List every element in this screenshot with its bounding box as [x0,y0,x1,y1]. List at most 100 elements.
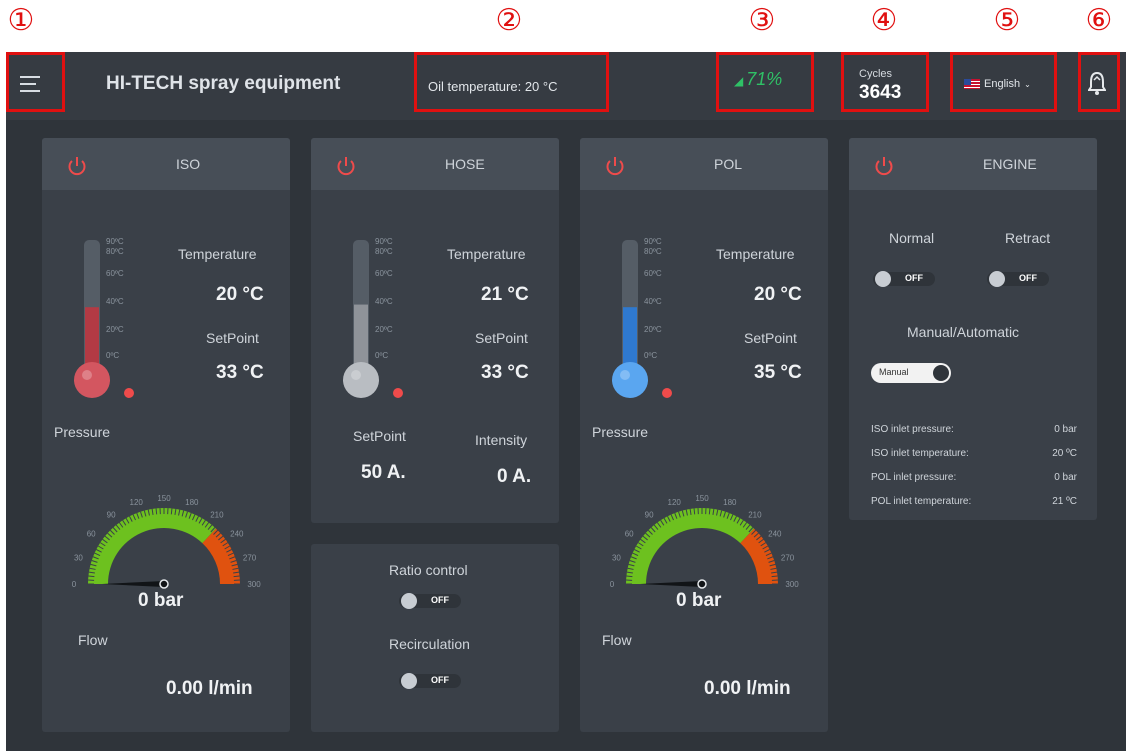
thermo-scale-label: 90ºC [644,237,662,246]
gauge-value: 0 bar [676,590,722,611]
power-icon[interactable] [335,155,357,177]
toggle-state: OFF [905,273,923,283]
hose-title: HOSE [445,156,485,172]
thermometer-bulb [612,362,648,398]
info-row: POL inlet temperature: 21 ºC [871,496,1077,507]
gauge-scale-label: 300 [247,580,261,589]
retract-toggle[interactable]: OFF [987,270,1049,288]
callout-box-3 [716,52,814,112]
thermometer-highlight [620,370,630,380]
ratio-control-label: Ratio control [389,562,468,578]
ratio-control-toggle[interactable]: OFF [399,592,461,610]
gauge-scale-label: 240 [768,529,782,538]
temperature-label: Temperature [447,246,526,262]
gauge-tick [88,575,95,578]
thermometer-bulb [74,362,110,398]
info-row: POL inlet pressure: 0 bar [871,472,1077,483]
gauge-scale-label: 150 [695,494,709,503]
gauge-scale-label: 210 [748,510,762,519]
info-value: 21 ºC [1052,496,1077,507]
thermometer-highlight [82,370,92,380]
info-value: 0 bar [1054,472,1077,483]
gauge-scale-label: 300 [785,580,799,589]
gauge-needle [102,581,164,587]
manual-automatic-toggle[interactable]: Manual [871,363,951,383]
gauge-scale-label: 120 [130,498,144,507]
gauge-scale-label: 0 [72,580,77,589]
callout-box-5 [950,52,1057,112]
info-label: POL inlet pressure: [871,472,957,483]
temperature-value: 20 °C [216,284,264,305]
callout-marker-5: ⑤ [993,3,1021,38]
thermo-scale-label: 0ºC [106,351,119,360]
toggle-state: OFF [431,675,449,685]
flow-label: Flow [602,632,632,648]
setpoint-value: 33 °C [481,362,529,383]
callout-box-2 [414,52,609,112]
normal-toggle[interactable]: OFF [873,270,935,288]
thermo-scale-label: 40ºC [375,297,393,306]
gauge-scale-label: 240 [230,529,244,538]
info-value: 0 bar [1054,424,1077,435]
ratio-panel: Ratio control OFF Recirculation OFF [311,544,559,732]
setpoint-value: 35 °C [754,362,802,383]
manual-automatic-label: Manual/Automatic [907,324,1020,340]
power-icon[interactable] [873,155,895,177]
temperature-label: Temperature [716,246,795,262]
callout-marker-6: ⑥ [1085,3,1113,38]
mode-state: Manual [879,367,909,377]
callout-box-4 [841,52,929,112]
pol-thermometer: 90ºC 80ºC 60ºC 40ºC 20ºC 0ºC [600,232,710,412]
info-row: ISO inlet pressure: 0 bar [871,424,1077,435]
gauge-hub [159,579,169,589]
intensity-value: 0 A. [497,466,532,487]
thermo-scale-label: 60ºC [375,269,393,278]
pressure-label: Pressure [54,424,111,440]
gauge-scale-label: 270 [243,553,257,562]
thermo-scale-label: 90ºC [375,237,393,246]
temperature-label: Temperature [178,246,257,262]
thermo-scale-label: 80ºC [644,247,662,256]
power-icon[interactable] [66,155,88,177]
iso-thermometer: 90ºC 80ºC 60ºC 40ºC 20ºC 0ºC [62,232,172,412]
info-label: POL inlet temperature: [871,496,972,507]
intensity-label: Intensity [475,432,528,448]
pol-panel-header: POL [580,138,828,190]
gauge-tick [771,575,778,578]
gauge-tick [170,508,173,515]
flow-value: 0.00 l/min [166,678,253,699]
thermo-scale-label: 20ºC [106,325,124,334]
pol-panel: POL 90ºC 80ºC 60ºC 40ºC 20ºC 0ºC Temperature … [580,138,828,732]
hose-panel: HOSE 90ºC 80ºC 60ºC 40ºC 20ºC 0ºC Temperature… [311,138,559,523]
thermo-scale-label: 0ºC [644,351,657,360]
recirculation-label: Recirculation [389,636,470,652]
gauge-scale-label: 30 [612,553,621,562]
gauge-scale-label: 30 [74,553,83,562]
gauge-scale-label: 60 [87,529,96,538]
callout-box-1 [6,52,65,112]
thermo-scale-label: 20ºC [644,325,662,334]
status-dot [124,388,134,398]
thermo-scale-label: 60ºC [644,269,662,278]
engine-panel-header: ENGINE [849,138,1097,190]
current-setpoint-value: 50 A. [361,462,406,483]
gauge-scale-label: 180 [185,498,199,507]
temperature-value: 20 °C [754,284,802,305]
pressure-gauge: 0 30 60 90 120 150 180 210 240 270 300 [602,472,802,602]
thermo-scale-label: 80ºC [106,247,124,256]
thermo-scale-label: 60ºC [106,269,124,278]
info-label: ISO inlet temperature: [871,448,969,459]
iso-panel-header: ISO [42,138,290,190]
thermometer-bulb [343,362,379,398]
gauge-scale-label: 60 [625,529,634,538]
hose-panel-header: HOSE [311,138,559,190]
power-icon[interactable] [604,155,626,177]
recirculation-toggle[interactable]: OFF [399,672,461,690]
gauge-tick [693,508,696,515]
iso-title: ISO [176,156,201,172]
thermo-scale-label: 80ºC [375,247,393,256]
pol-title: POL [714,156,743,172]
toggle-knob [933,365,949,381]
thermo-scale-label: 40ºC [106,297,124,306]
gauge-value: 0 bar [138,590,184,611]
